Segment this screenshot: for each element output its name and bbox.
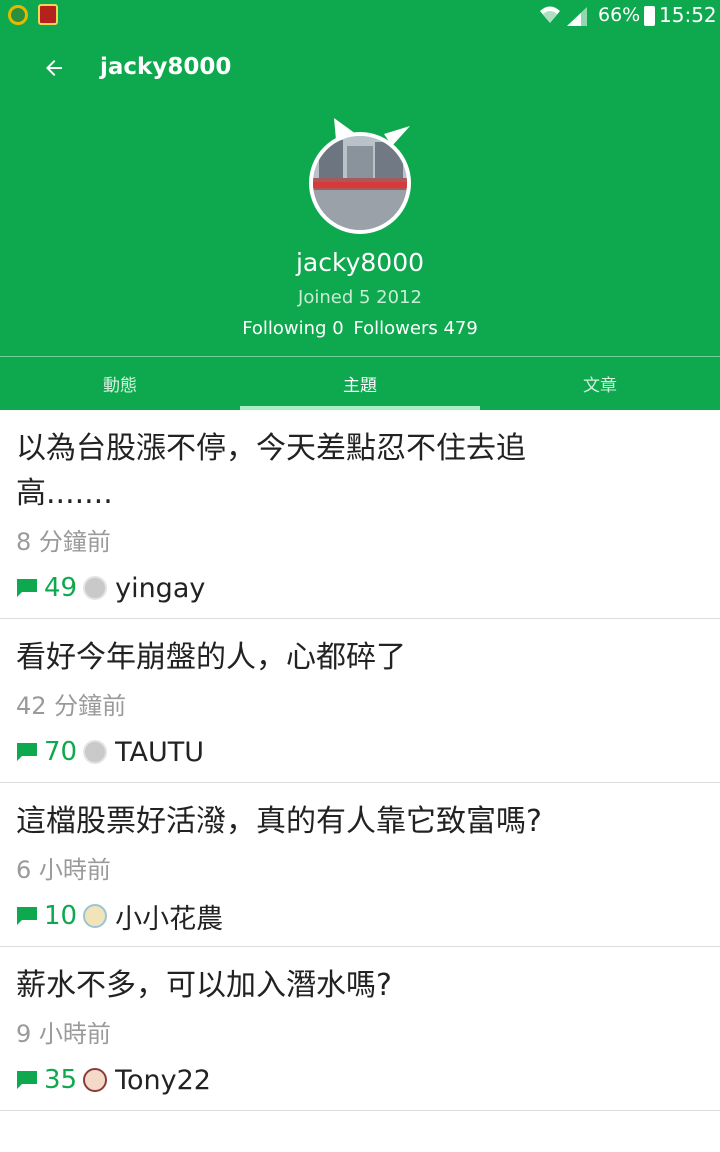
followers-count[interactable]: Followers 479 [353,318,477,339]
username[interactable]: TAUTU [115,737,204,768]
post-timestamp: 8 分鐘前 [16,528,111,556]
user-avatar[interactable] [83,1068,108,1092]
post-meta: 70 TAUTU [16,734,704,770]
following-count[interactable]: Following 0 [242,318,343,339]
post-meta: 10 小小花農 [16,897,704,936]
tab-bar: 動態 主題 文章 [0,357,720,410]
avatar[interactable] [309,132,411,234]
back-button[interactable] [36,50,72,86]
post-title[interactable]: 這檔股票好活潑，真的有人靠它致富嗎? [16,799,576,844]
comment-icon [17,743,37,761]
list-item[interactable]: 以為台股漲不停，今天差點忍不住去追高....... 8 分鐘前 49 yinga… [0,410,720,619]
app-notification-icon [8,5,28,25]
comment-count: 35 [44,1065,78,1095]
post-title[interactable]: 看好今年崩盤的人，心都碎了 [16,635,576,680]
avatar-photo [313,136,407,230]
clock: 15:52 [659,3,717,27]
profile-header: 66% 15:52 jacky8000 jacky8000 Joined 5 2… [0,0,720,410]
post-timestamp: 6 小時前 [16,856,111,884]
comment-count: 49 [44,573,78,603]
profile-stats: Following 0 Followers 479 [0,318,720,339]
user-avatar[interactable] [83,904,108,928]
tab-activity[interactable]: 動態 [0,357,240,410]
battery-icon [644,6,655,26]
comment-icon [17,1071,37,1089]
battery-percent: 66% [598,4,641,26]
post-title[interactable]: 薪水不多，可以加入潛水嗎? [16,963,576,1008]
user-avatar[interactable] [83,740,108,764]
tab-topics[interactable]: 主題 [240,357,480,410]
profile-name: jacky8000 [295,248,424,277]
status-bar: 66% 15:52 [0,0,720,32]
profile-joined-date: Joined 5 2012 [298,287,422,308]
post-meta: 49 yingay [16,570,704,606]
signal-icon [567,7,587,26]
comment-icon [17,907,37,925]
comment-icon [17,579,37,597]
wifi-icon [540,6,560,23]
topic-list: 以為台股漲不停，今天差點忍不住去追高....... 8 分鐘前 49 yinga… [0,410,720,1111]
list-item[interactable]: 這檔股票好活潑，真的有人靠它致富嗎? 6 小時前 10 小小花農 [0,783,720,947]
profile-avatar-container [308,114,412,238]
list-item[interactable]: 看好今年崩盤的人，心都碎了 42 分鐘前 70 TAUTU [0,619,720,783]
username[interactable]: Tony22 [115,1065,211,1096]
user-avatar[interactable] [83,576,108,600]
username[interactable]: yingay [115,573,205,604]
post-title[interactable]: 以為台股漲不停，今天差點忍不住去追高....... [16,426,576,516]
list-item[interactable]: 薪水不多，可以加入潛水嗎? 9 小時前 35 Tony22 [0,947,720,1111]
comment-count: 10 [44,901,78,931]
arrow-left-icon [46,60,62,76]
post-timestamp: 9 小時前 [16,1020,111,1048]
app-notification-icon-2 [38,4,58,25]
tab-articles[interactable]: 文章 [480,357,720,410]
post-timestamp: 42 分鐘前 [16,692,127,720]
username[interactable]: 小小花農 [115,897,223,936]
post-meta: 35 Tony22 [16,1062,704,1098]
toolbar-title: jacky8000 [100,54,232,80]
comment-count: 70 [44,737,78,767]
